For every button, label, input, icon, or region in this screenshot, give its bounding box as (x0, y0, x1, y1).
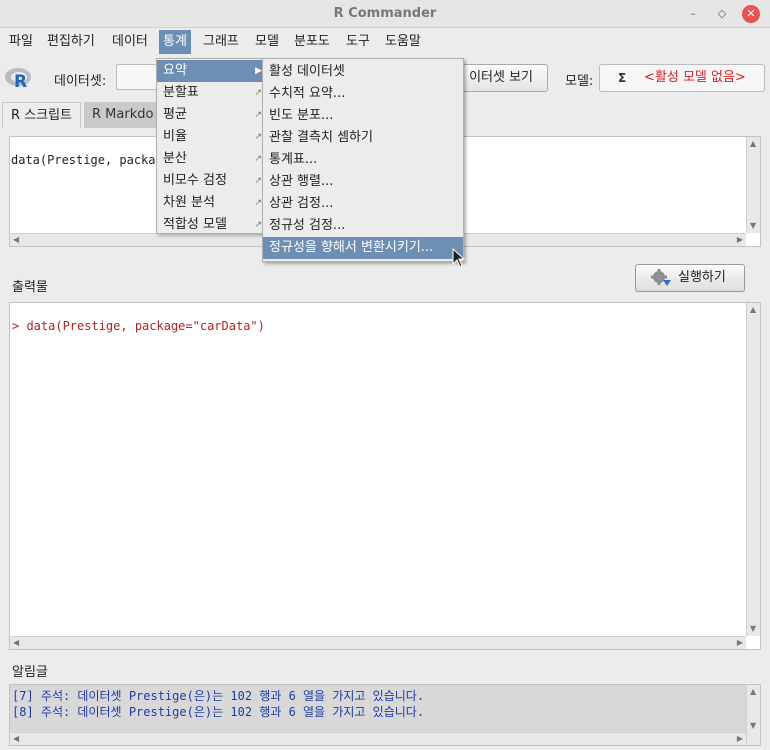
active-model-value: <활성 모델 없음> (644, 70, 746, 85)
menu-bar: 파일 편집하기 데이터 통계 그래프 모델 분포도 도구 도움말 (0, 28, 770, 56)
menu-item-normality-test[interactable]: 정규성 검정... (263, 215, 463, 237)
scroll-right-icon[interactable]: ▶ (737, 734, 743, 744)
submenu-arrow-icon: ↗ (254, 110, 262, 120)
scroll-left-icon[interactable]: ◀ (13, 734, 19, 744)
model-selector[interactable]: Σ <활성 모델 없음> (599, 64, 765, 92)
menu-distributions[interactable]: 분포도 (290, 30, 334, 54)
scroll-down-icon[interactable]: ▼ (750, 221, 756, 231)
output-code: > data(Prestige, package="carData") (12, 319, 265, 333)
menu-item-numerical-summaries[interactable]: 수치적 요약... (263, 83, 463, 105)
script-code: data(Prestige, packag (11, 153, 163, 167)
scroll-up-icon[interactable]: ▲ (750, 139, 756, 149)
minimize-icon[interactable]: – (684, 5, 702, 23)
menu-graphs[interactable]: 그래프 (199, 30, 243, 54)
menu-file[interactable]: 파일 (5, 30, 37, 54)
submenu-arrow-icon: ▶ (255, 66, 262, 76)
submenu-arrow-icon: ↗ (254, 88, 262, 98)
summaries-submenu: 활성 데이터셋 수치적 요약... 빈도 분포... 관찰 결측치 셈하기 통계… (262, 58, 464, 262)
output-window[interactable]: > data(Prestige, package="carData") ▲ ▼ … (9, 302, 761, 650)
menu-item-transform-toward-normality[interactable]: 정규성을 향해서 변환시키기... (263, 237, 463, 259)
tab-r-markdown[interactable]: R Markdo (84, 102, 164, 128)
menu-item-proportions[interactable]: 비율 ↗ (157, 126, 265, 148)
mouse-cursor-icon (452, 248, 466, 268)
scroll-left-icon[interactable]: ◀ (13, 235, 19, 245)
menu-item-fit-models[interactable]: 적합성 모델 ↗ (157, 214, 265, 236)
menu-item-active-dataset[interactable]: 활성 데이터셋 (263, 61, 463, 83)
messages-window[interactable]: [7] 주석: 데이터셋 Prestige(은)는 102 행과 6 열을 가지… (9, 684, 761, 746)
output-label: 출력물 (12, 280, 48, 295)
run-button[interactable]: 실행하기 (635, 264, 745, 292)
menu-help[interactable]: 도움말 (381, 30, 425, 54)
submenu-arrow-icon: ↗ (254, 220, 262, 230)
scroll-right-icon[interactable]: ▶ (737, 638, 743, 648)
sigma-icon: Σ (618, 71, 627, 85)
scroll-down-icon[interactable]: ▼ (750, 721, 756, 731)
message-line: [8] 주석: 데이터셋 Prestige(은)는 102 행과 6 열을 가지… (12, 705, 425, 719)
menu-item-correlation-test[interactable]: 상관 검정... (263, 193, 463, 215)
scroll-up-icon[interactable]: ▲ (750, 305, 756, 315)
message-line: [7] 주석: 데이터셋 Prestige(은)는 102 행과 6 열을 가지… (12, 689, 425, 703)
close-icon[interactable]: ✕ (742, 5, 760, 23)
submenu-arrow-icon: ↗ (254, 176, 262, 186)
statistics-menu: 요약 ▶ 분할표 ↗ 평균 ↗ 비율 ↗ 분산 ↗ 비모수 검정 ↗ 차원 분석 ↗ 적합성 … (156, 58, 266, 234)
r-logo-icon: R (5, 68, 31, 92)
menu-item-means[interactable]: 평균 ↗ (157, 104, 265, 126)
svg-text:R: R (14, 72, 27, 92)
messages-horizontal-scrollbar[interactable]: ◀ ▶ (10, 732, 746, 745)
title-bar: R Commander – ◇ ✕ (0, 0, 770, 28)
dataset-label: 데이터셋: (54, 74, 107, 89)
menu-statistics[interactable]: 통계 (159, 30, 191, 54)
menu-item-dimensional-analysis[interactable]: 차원 분석 ↗ (157, 192, 265, 214)
menu-edit[interactable]: 편집하기 (43, 30, 99, 54)
menu-item-variances[interactable]: 분산 ↗ (157, 148, 265, 170)
menu-item-correlation-matrix[interactable]: 상관 행렬... (263, 171, 463, 193)
messages-vertical-scrollbar[interactable]: ▲ ▼ (746, 685, 760, 745)
menu-item-nonparametric-tests[interactable]: 비모수 검정 ↗ (157, 170, 265, 192)
gear-run-icon (651, 269, 671, 286)
tab-r-script[interactable]: R 스크립트 (2, 102, 82, 128)
menu-item-summaries[interactable]: 요약 ▶ (157, 60, 265, 82)
menu-item-table-of-statistics[interactable]: 통계표... (263, 149, 463, 171)
scroll-up-icon[interactable]: ▲ (750, 687, 756, 697)
menu-item-contingency-tables[interactable]: 분할표 ↗ (157, 82, 265, 104)
scroll-left-icon[interactable]: ◀ (13, 638, 19, 648)
submenu-arrow-icon: ↗ (254, 132, 262, 142)
submenu-arrow-icon: ↗ (254, 198, 262, 208)
menu-models[interactable]: 모델 (251, 30, 283, 54)
maximize-icon[interactable]: ◇ (713, 5, 731, 23)
window-title: R Commander (333, 6, 437, 21)
menu-data[interactable]: 데이터 (108, 30, 152, 54)
scroll-down-icon[interactable]: ▼ (750, 624, 756, 634)
submenu-arrow-icon: ↗ (254, 154, 262, 164)
run-button-label: 실행하기 (678, 270, 726, 285)
output-vertical-scrollbar[interactable]: ▲ ▼ (746, 303, 760, 636)
menu-item-count-missing[interactable]: 관찰 결측치 셈하기 (263, 127, 463, 149)
output-horizontal-scrollbar[interactable]: ◀ ▶ (10, 636, 746, 649)
menu-item-frequency-distributions[interactable]: 빈도 분포... (263, 105, 463, 127)
menu-tools[interactable]: 도구 (342, 30, 374, 54)
model-label: 모델: (565, 74, 594, 89)
messages-label: 알림글 (12, 665, 48, 680)
scroll-right-icon[interactable]: ▶ (737, 235, 743, 245)
script-vertical-scrollbar[interactable]: ▲ ▼ (746, 137, 760, 233)
